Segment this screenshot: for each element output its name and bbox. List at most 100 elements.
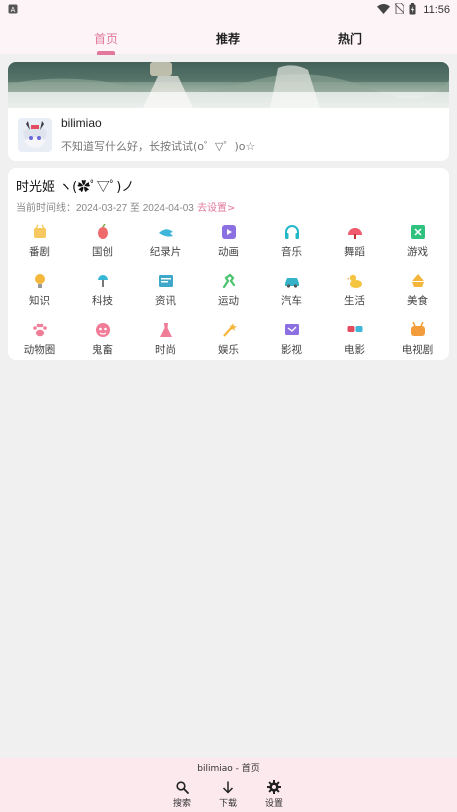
category-label: 国创 bbox=[92, 246, 113, 258]
category-food[interactable]: 美食 bbox=[386, 273, 449, 317]
duck-icon bbox=[346, 273, 363, 289]
category-tv-drama[interactable]: 电视剧 bbox=[386, 322, 449, 360]
battery-charging-icon bbox=[409, 2, 416, 18]
category-magic-wand[interactable]: 娱乐 bbox=[197, 322, 260, 360]
paw-icon bbox=[32, 322, 48, 338]
top-tab-bar: 首页 推荐 热门 bbox=[0, 20, 457, 55]
category-label: 音乐 bbox=[281, 246, 302, 258]
category-label: 电视剧 bbox=[401, 344, 434, 356]
category-news[interactable]: 资讯 bbox=[134, 273, 197, 317]
category-label: 鬼畜 bbox=[92, 344, 113, 356]
download-icon bbox=[213, 779, 243, 795]
category-label: 时尚 bbox=[155, 344, 176, 356]
category-label: 动画 bbox=[218, 246, 239, 258]
category-label: 生活 bbox=[344, 295, 365, 307]
category-car[interactable]: 汽车 bbox=[260, 273, 323, 317]
tab-recommend[interactable]: 推荐 bbox=[167, 20, 289, 47]
tab-home[interactable]: 首页 bbox=[45, 20, 167, 55]
settings-label: 设置 bbox=[264, 799, 283, 809]
tab-hot[interactable]: 热门 bbox=[289, 20, 411, 47]
bottom-bar: bilimiao - 首页 搜索 下载 设置 bbox=[0, 758, 457, 812]
documentary-icon bbox=[158, 224, 174, 240]
search-icon bbox=[167, 779, 197, 795]
category-lightbulb[interactable]: 知识 bbox=[8, 273, 71, 317]
category-label: 番剧 bbox=[29, 246, 50, 258]
fan-dance-icon bbox=[347, 224, 363, 240]
kichiku-icon bbox=[95, 322, 111, 338]
category-fan-dance[interactable]: 舞蹈 bbox=[323, 224, 386, 268]
bottom-title: bilimiao - 首页 bbox=[197, 764, 260, 774]
tv-icon bbox=[284, 322, 300, 338]
anime-icon bbox=[32, 224, 48, 240]
profile-subtitle: 不知道写什么好，长按试试(o゜▽゜)o☆ bbox=[61, 140, 256, 153]
magic-wand-icon bbox=[221, 322, 237, 338]
category-label: 科技 bbox=[92, 295, 113, 307]
category-tv[interactable]: 影视 bbox=[260, 322, 323, 360]
category-label: 美食 bbox=[407, 295, 428, 307]
profile-name: bilimiao bbox=[61, 116, 102, 130]
category-documentary[interactable]: 纪录片 bbox=[134, 224, 197, 268]
category-paw[interactable]: 动物圈 bbox=[8, 322, 71, 360]
category-tech[interactable]: 科技 bbox=[71, 273, 134, 317]
category-anime[interactable]: 番剧 bbox=[8, 224, 71, 268]
category-kichiku[interactable]: 鬼畜 bbox=[71, 322, 134, 360]
category-label: 动物圈 bbox=[23, 344, 56, 356]
tab-home-label: 首页 bbox=[93, 32, 118, 46]
tab-indicator bbox=[97, 51, 115, 55]
game-icon bbox=[410, 224, 426, 240]
news-icon bbox=[158, 273, 174, 289]
category-label: 娱乐 bbox=[218, 344, 239, 356]
download-label: 下载 bbox=[218, 799, 237, 809]
wifi-icon bbox=[377, 3, 391, 17]
gear-icon bbox=[259, 779, 289, 795]
goto-settings-link[interactable]: 去设置> bbox=[197, 203, 235, 214]
sports-icon bbox=[221, 273, 237, 289]
category-sports[interactable]: 运动 bbox=[197, 273, 260, 317]
category-label: 知识 bbox=[29, 295, 50, 307]
timeline-range: 当前时间线：2024-03-27 至 2024-04-03 去设置> bbox=[16, 199, 235, 214]
search-label: 搜索 bbox=[172, 799, 191, 809]
dress-icon bbox=[158, 322, 174, 338]
animation-play-icon bbox=[221, 224, 237, 240]
tab-recommend-label: 推荐 bbox=[215, 32, 240, 46]
category-label: 影视 bbox=[281, 344, 302, 356]
tab-hot-label: 热门 bbox=[337, 32, 362, 46]
app-notification-icon: A bbox=[8, 4, 18, 17]
search-button[interactable]: 搜索 bbox=[167, 779, 197, 809]
time-machine-card: 时光姬 ヽ(✿ﾟ▽ﾟ)ノ 当前时间线：2024-03-27 至 2024-04-… bbox=[8, 168, 449, 360]
category-label: 电影 bbox=[344, 344, 365, 356]
lightbulb-icon bbox=[32, 273, 48, 289]
category-label: 舞蹈 bbox=[344, 246, 365, 258]
banner-image bbox=[8, 62, 449, 108]
svg-text:A: A bbox=[11, 7, 16, 14]
guochuang-icon bbox=[95, 224, 111, 240]
category-animation-play[interactable]: 动画 bbox=[197, 224, 260, 268]
category-dress[interactable]: 时尚 bbox=[134, 322, 197, 360]
headphones-icon bbox=[284, 224, 300, 240]
status-time: 11:56 bbox=[423, 4, 450, 16]
category-guochuang[interactable]: 国创 bbox=[71, 224, 134, 268]
car-icon bbox=[284, 273, 300, 289]
tv-drama-icon bbox=[410, 322, 426, 338]
timeline-label: 当前时间线： bbox=[16, 203, 76, 214]
download-button[interactable]: 下载 bbox=[213, 779, 243, 809]
no-sim-icon bbox=[394, 2, 405, 17]
settings-button[interactable]: 设置 bbox=[259, 779, 289, 809]
category-label: 运动 bbox=[218, 295, 239, 307]
category-3d-glasses[interactable]: 电影 bbox=[323, 322, 386, 360]
category-label: 游戏 bbox=[407, 246, 428, 258]
tech-icon bbox=[95, 273, 111, 289]
category-headphones[interactable]: 音乐 bbox=[260, 224, 323, 268]
profile-card[interactable]: bilimiao 不知道写什么好，长按试试(o゜▽゜)o☆ bbox=[8, 62, 449, 161]
category-duck[interactable]: 生活 bbox=[323, 273, 386, 317]
food-icon bbox=[410, 273, 426, 289]
time-card-title: 时光姬 ヽ(✿ﾟ▽ﾟ)ノ bbox=[16, 180, 135, 195]
category-label: 汽车 bbox=[281, 295, 302, 307]
timeline-value: 2024-03-27 至 2024-04-03 bbox=[76, 203, 194, 214]
status-bar: A 11:56 bbox=[0, 0, 457, 20]
avatar[interactable] bbox=[18, 118, 52, 152]
status-icons: 11:56 bbox=[377, 2, 450, 18]
category-label: 纪录片 bbox=[149, 246, 182, 258]
category-label: 资讯 bbox=[155, 295, 176, 307]
category-game[interactable]: 游戏 bbox=[386, 224, 449, 268]
